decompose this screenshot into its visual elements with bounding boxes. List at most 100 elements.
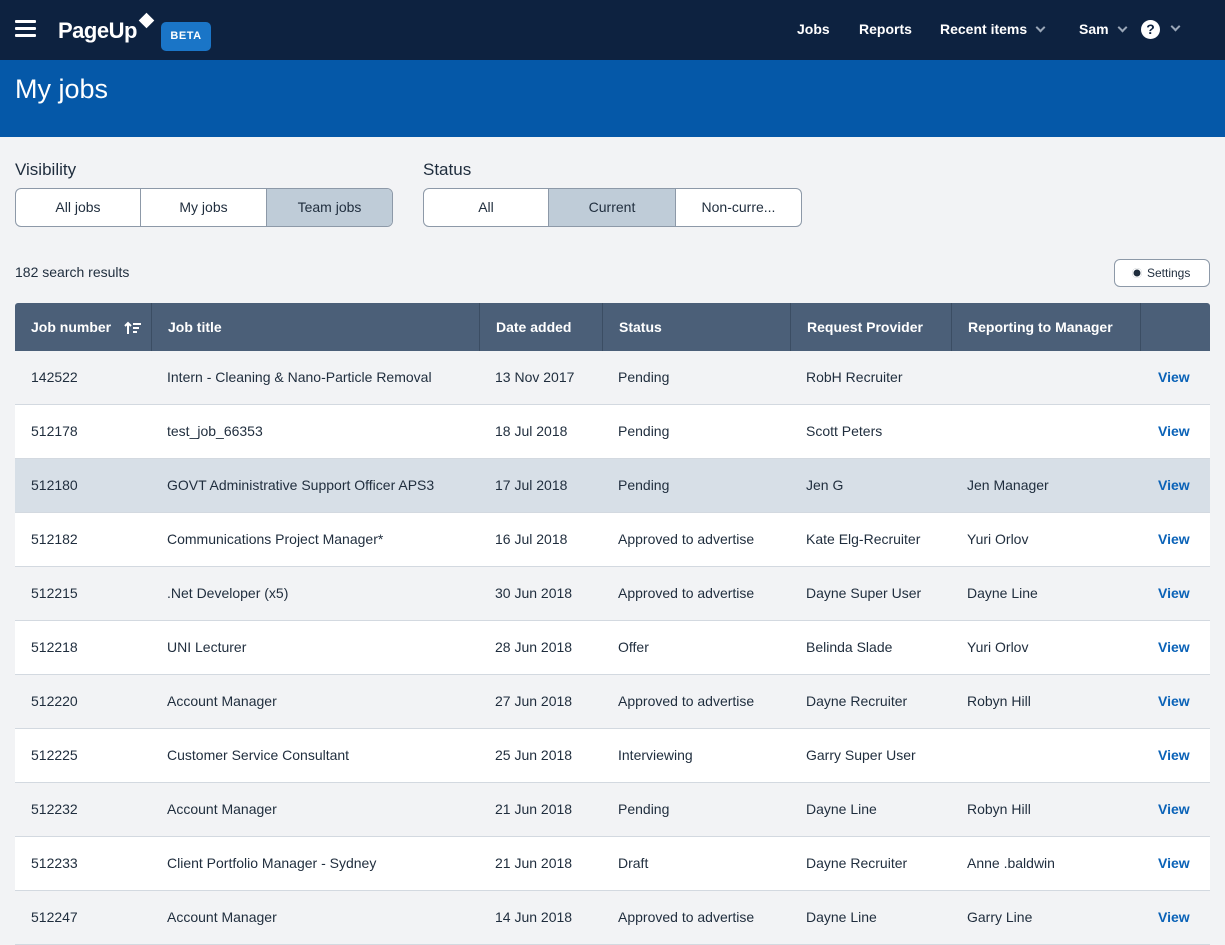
job-number-cell: 142522 bbox=[31, 369, 78, 385]
sort-ascending-icon[interactable] bbox=[124, 321, 142, 335]
table-body: 142522 Intern - Cleaning & Nano-Particle … bbox=[15, 351, 1210, 945]
nav-jobs[interactable]: Jobs bbox=[797, 21, 830, 37]
job-number-cell: 512215 bbox=[31, 585, 78, 601]
status-option-current[interactable]: Current bbox=[549, 189, 676, 226]
table-row[interactable]: 512178 test_job_66353 18 Jul 2018 Pending Sc… bbox=[15, 405, 1210, 459]
help-icon[interactable]: ? bbox=[1141, 20, 1160, 39]
status-label: Status bbox=[423, 160, 472, 179]
jobs-table: Job number Job title Date added Status R… bbox=[15, 303, 1210, 945]
gear-icon bbox=[1132, 268, 1142, 278]
column-header-status[interactable]: Status bbox=[603, 303, 791, 351]
status-cell: Approved to advertise bbox=[618, 909, 755, 925]
view-link[interactable]: View bbox=[1158, 405, 1190, 458]
date-added-cell: 21 Jun 2018 bbox=[495, 855, 573, 871]
status-cell: Pending bbox=[618, 423, 670, 439]
job-title-cell: GOVT Administrative Support Officer APS3 bbox=[167, 477, 435, 493]
job-number-cell: 512225 bbox=[31, 747, 78, 763]
chevron-down-icon bbox=[1035, 22, 1046, 33]
table-row[interactable]: 512233 Client Portfolio Manager - Sydney 2… bbox=[15, 837, 1210, 891]
date-added-cell: 21 Jun 2018 bbox=[495, 801, 573, 817]
logo-diamond-icon bbox=[138, 12, 155, 29]
table-row[interactable]: 512180 GOVT Administrative Support Office… bbox=[15, 459, 1210, 513]
table-row[interactable]: 512247 Account Manager 14 Jun 2018 Approved… bbox=[15, 891, 1210, 945]
status-cell: Approved to advertise bbox=[618, 531, 755, 547]
column-header-job-number[interactable]: Job number bbox=[15, 303, 152, 351]
user-name: Sam bbox=[1079, 21, 1109, 37]
column-header-actions bbox=[1141, 303, 1210, 351]
view-link[interactable]: View bbox=[1158, 729, 1190, 782]
table-row[interactable]: 512225 Customer Service Consultant 25 Jun … bbox=[15, 729, 1210, 783]
request-provider-cell: Dayne Line bbox=[806, 909, 877, 925]
table-row[interactable]: 512218 UNI Lecturer 28 Jun 2018 Offer Belind… bbox=[15, 621, 1210, 675]
job-number-cell: 512232 bbox=[31, 801, 78, 817]
status-cell: Pending bbox=[618, 369, 670, 385]
job-title-cell: Customer Service Consultant bbox=[167, 747, 350, 763]
date-added-cell: 30 Jun 2018 bbox=[495, 585, 573, 601]
nav-user-menu[interactable]: Sam bbox=[1079, 21, 1128, 37]
visibility-option-my-jobs[interactable]: My jobs bbox=[141, 189, 267, 226]
job-title-cell: test_job_66353 bbox=[167, 423, 263, 439]
status-cell: Offer bbox=[618, 639, 649, 655]
column-header-request-provider[interactable]: Request Provider bbox=[791, 303, 952, 351]
reporting-manager-cell: Robyn Hill bbox=[967, 801, 1031, 817]
date-added-cell: 28 Jun 2018 bbox=[495, 639, 573, 655]
date-added-cell: 14 Jun 2018 bbox=[495, 909, 573, 925]
view-link[interactable]: View bbox=[1158, 567, 1190, 620]
beta-badge: BETA bbox=[161, 22, 211, 51]
job-number-cell: 512247 bbox=[31, 909, 78, 925]
job-title-cell: UNI Lecturer bbox=[167, 639, 247, 655]
view-link[interactable]: View bbox=[1158, 459, 1190, 512]
status-cell: Approved to advertise bbox=[618, 693, 755, 709]
chevron-down-icon[interactable] bbox=[1170, 21, 1181, 32]
status-cell: Approved to advertise bbox=[618, 585, 755, 601]
request-provider-cell: Scott Peters bbox=[806, 423, 883, 439]
page-header-banner: My jobs bbox=[0, 60, 1225, 137]
request-provider-cell: Dayne Line bbox=[806, 801, 877, 817]
visibility-label: Visibility bbox=[15, 160, 77, 179]
reporting-manager-cell: Garry Line bbox=[967, 909, 1033, 925]
table-row[interactable]: 512220 Account Manager 27 Jun 2018 Approved… bbox=[15, 675, 1210, 729]
job-title-cell: Account Manager bbox=[167, 801, 277, 817]
settings-button[interactable]: Settings bbox=[1114, 259, 1210, 287]
pageup-logo[interactable]: PageUp bbox=[58, 18, 137, 44]
view-link[interactable]: View bbox=[1158, 351, 1190, 404]
status-option-non-current[interactable]: Non-curre... bbox=[676, 189, 801, 226]
chevron-down-icon bbox=[1117, 22, 1128, 33]
status-cell: Pending bbox=[618, 801, 670, 817]
job-title-cell: Client Portfolio Manager - Sydney bbox=[167, 855, 377, 871]
view-link[interactable]: View bbox=[1158, 837, 1190, 890]
table-row[interactable]: 512215 .Net Developer (x5) 30 Jun 2018 Appr… bbox=[15, 567, 1210, 621]
view-link[interactable]: View bbox=[1158, 891, 1190, 944]
job-title-cell: Account Manager bbox=[167, 909, 277, 925]
table-row[interactable]: 512232 Account Manager 21 Jun 2018 Pending D… bbox=[15, 783, 1210, 837]
view-link[interactable]: View bbox=[1158, 783, 1190, 836]
request-provider-cell: Dayne Recruiter bbox=[806, 855, 908, 871]
table-row[interactable]: 142522 Intern - Cleaning & Nano-Particle … bbox=[15, 351, 1210, 405]
job-number-cell: 512218 bbox=[31, 639, 78, 655]
nav-reports[interactable]: Reports bbox=[859, 21, 912, 37]
table-row[interactable]: 512182 Communications Project Manager* 16 … bbox=[15, 513, 1210, 567]
visibility-segmented-control: All jobs My jobs Team jobs bbox=[15, 188, 393, 227]
status-cell: Interviewing bbox=[618, 747, 693, 763]
view-link[interactable]: View bbox=[1158, 675, 1190, 728]
view-link[interactable]: View bbox=[1158, 513, 1190, 566]
hamburger-icon[interactable] bbox=[15, 20, 36, 38]
reporting-manager-cell: Dayne Line bbox=[967, 585, 1038, 601]
nav-recent-items[interactable]: Recent items bbox=[940, 21, 1046, 37]
status-cell: Pending bbox=[618, 477, 670, 493]
column-header-job-title[interactable]: Job title bbox=[152, 303, 480, 351]
status-option-all[interactable]: All bbox=[424, 189, 549, 226]
status-segmented-control: All Current Non-curre... bbox=[423, 188, 802, 227]
request-provider-cell: Dayne Recruiter bbox=[806, 693, 908, 709]
job-title-cell: Communications Project Manager* bbox=[167, 531, 384, 547]
visibility-option-team-jobs[interactable]: Team jobs bbox=[267, 189, 392, 226]
date-added-cell: 25 Jun 2018 bbox=[495, 747, 573, 763]
column-header-reporting-manager[interactable]: Reporting to Manager bbox=[952, 303, 1141, 351]
top-navigation-bar: PageUp BETA Jobs Reports Recent items Sa… bbox=[0, 0, 1225, 60]
view-link[interactable]: View bbox=[1158, 621, 1190, 674]
column-header-date-added[interactable]: Date added bbox=[480, 303, 603, 351]
request-provider-cell: Kate Elg-Recruiter bbox=[806, 531, 921, 547]
reporting-manager-cell: Jen Manager bbox=[967, 477, 1049, 493]
visibility-option-all-jobs[interactable]: All jobs bbox=[16, 189, 141, 226]
request-provider-cell: RobH Recruiter bbox=[806, 369, 903, 385]
